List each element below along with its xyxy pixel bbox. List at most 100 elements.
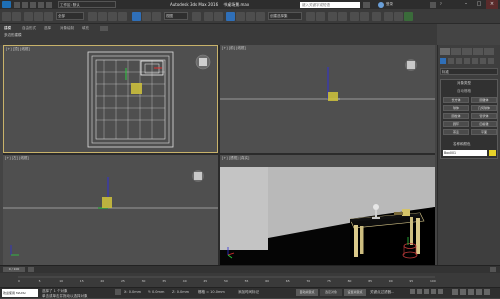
modify-tab-icon[interactable] <box>451 48 461 55</box>
select-manipulate-icon[interactable] <box>204 12 213 21</box>
sphere-button[interactable]: 球体 <box>443 105 469 111</box>
box-button[interactable]: 长方体 <box>443 97 469 103</box>
tab-object-paint[interactable]: 对象绘制 <box>60 26 74 31</box>
viewport-front[interactable]: [+] [前] [线框] <box>220 45 435 153</box>
select-by-name-icon[interactable] <box>98 12 107 21</box>
goto-end-icon[interactable] <box>438 289 443 294</box>
open-file-icon[interactable] <box>22 1 28 8</box>
minimize-button[interactable]: – <box>460 0 472 9</box>
percent-snap-icon[interactable] <box>246 12 255 21</box>
display-tab-icon[interactable] <box>484 48 494 55</box>
object-color-swatch[interactable] <box>489 150 496 156</box>
zoom-icon[interactable] <box>452 289 458 295</box>
autokey-button[interactable]: 自动关键点 <box>296 289 318 296</box>
viewport-perspective-label[interactable]: [+] [透视] [真实] <box>222 156 249 161</box>
coord-x[interactable]: X: 0.0mm <box>124 290 141 294</box>
orbit-icon[interactable] <box>476 289 482 295</box>
name-color-title[interactable]: 名称和颜色 <box>453 142 471 147</box>
exchange-icon[interactable] <box>430 1 436 8</box>
window-crossing-icon[interactable] <box>118 12 127 21</box>
viewport-top[interactable]: [+] [顶] [线框] <box>3 45 218 153</box>
rect-selection-icon[interactable] <box>108 12 117 21</box>
tab-freeform[interactable]: 自由形式 <box>22 26 36 31</box>
coord-z[interactable]: Z: 0.0mm <box>172 290 189 294</box>
tube-button[interactable]: 管状体 <box>471 113 497 119</box>
mirror-icon[interactable] <box>306 12 315 21</box>
ribbon-toggle-icon[interactable] <box>100 26 108 31</box>
maximize-viewport-icon[interactable] <box>484 289 490 295</box>
systems-icon[interactable] <box>488 58 494 64</box>
viewport-perspective[interactable]: [+] [透视] [真实] <box>220 155 435 265</box>
app-logo-icon[interactable] <box>2 1 11 8</box>
selection-filter-dropdown[interactable]: 全部 <box>56 12 84 20</box>
coord-y[interactable]: Y: 0.0mm <box>148 290 164 294</box>
reference-coord-dropdown[interactable]: 视图 <box>164 12 188 20</box>
hierarchy-tab-icon[interactable] <box>462 48 472 55</box>
motion-tab-icon[interactable] <box>473 48 483 55</box>
key-filters-button[interactable]: 关键点过滤器... <box>370 290 394 295</box>
cylinder-button[interactable]: 圆柱体 <box>443 113 469 119</box>
plane-button[interactable]: 平面 <box>471 129 497 135</box>
cone-button[interactable]: 圆锥体 <box>471 97 497 103</box>
pyramid-button[interactable]: 四棱锥 <box>471 121 497 127</box>
prev-key-icon[interactable] <box>417 289 422 294</box>
maximize-button[interactable]: □ <box>473 0 485 9</box>
named-selection-sets-dropdown[interactable]: 创建选择集 <box>268 12 302 20</box>
angle-snap-icon[interactable] <box>236 12 245 21</box>
next-frame-icon[interactable] <box>490 267 496 272</box>
tab-selection[interactable]: 选择 <box>44 26 51 31</box>
signin-link[interactable]: 登录 <box>386 2 393 7</box>
selected-dropdown[interactable]: 选定对象 <box>320 289 342 296</box>
align-icon[interactable] <box>316 12 325 21</box>
spinner-snap-icon[interactable] <box>256 12 265 21</box>
zoom-all-icon[interactable] <box>460 289 466 295</box>
layer-manager-icon[interactable] <box>328 12 337 21</box>
viewport-left[interactable]: [+] [左] [线框] <box>3 155 218 265</box>
time-slider[interactable]: 0 / 100 <box>0 265 500 273</box>
schematic-view-icon[interactable] <box>360 12 369 21</box>
render-icon[interactable] <box>404 12 413 21</box>
keyboard-shortcut-icon[interactable] <box>214 12 223 21</box>
geosphere-button[interactable]: 几何球体 <box>471 105 497 111</box>
snaps-toggle-icon[interactable] <box>226 12 235 21</box>
teapot-button[interactable]: 茶壶 <box>443 129 469 135</box>
setkey-button[interactable]: 设置关键点 <box>344 289 366 296</box>
help-button[interactable]: ? <box>440 2 442 6</box>
close-button[interactable]: × <box>486 0 498 9</box>
spacewarps-icon[interactable] <box>480 58 486 64</box>
object-type-title[interactable]: 对象类型 <box>457 81 471 86</box>
object-name-input[interactable]: Box001 <box>443 150 487 156</box>
search-input[interactable]: 键入关键字或短语 <box>300 1 360 8</box>
goto-start-icon[interactable] <box>410 289 415 294</box>
tab-populate[interactable]: 填充 <box>82 26 89 31</box>
track-bar[interactable]: 0 5 10 15 20 25 30 35 40 45 50 55 60 65 70 75 80 85 90 95 10… <box>0 273 500 287</box>
unlink-icon[interactable] <box>34 12 43 21</box>
lights-icon[interactable] <box>456 58 462 64</box>
autogrid-checkbox[interactable]: 自动栅格 <box>457 89 471 94</box>
rotate-icon[interactable] <box>142 12 151 21</box>
search-icon[interactable] <box>363 1 370 8</box>
material-editor-icon[interactable] <box>372 12 381 21</box>
undo-icon[interactable] <box>38 1 44 8</box>
helpers-icon[interactable] <box>472 58 478 64</box>
redo-icon[interactable] <box>46 1 52 8</box>
move-icon[interactable] <box>132 12 141 21</box>
prev-frame-icon[interactable] <box>28 267 34 272</box>
geometry-icon[interactable] <box>440 58 446 64</box>
cameras-icon[interactable] <box>464 58 470 64</box>
rendered-frame-icon[interactable] <box>394 12 403 21</box>
create-tab-icon[interactable] <box>440 48 450 55</box>
play-icon[interactable] <box>424 289 429 294</box>
undo-icon[interactable] <box>2 12 11 21</box>
scale-icon[interactable] <box>152 12 161 21</box>
torus-button[interactable]: 圆环 <box>443 121 469 127</box>
lock-selection-icon[interactable] <box>115 289 121 295</box>
graphite-toggle-icon[interactable] <box>338 12 347 21</box>
add-time-tag[interactable]: 添加时间标记 <box>238 290 259 295</box>
tab-modeling[interactable]: 建模 <box>4 26 11 31</box>
select-object-icon[interactable] <box>88 12 97 21</box>
link-icon[interactable] <box>24 12 33 21</box>
polygon-modeling-label[interactable]: 多边形建模 <box>4 33 22 38</box>
next-key-icon[interactable] <box>431 289 436 294</box>
render-setup-icon[interactable] <box>384 12 393 21</box>
